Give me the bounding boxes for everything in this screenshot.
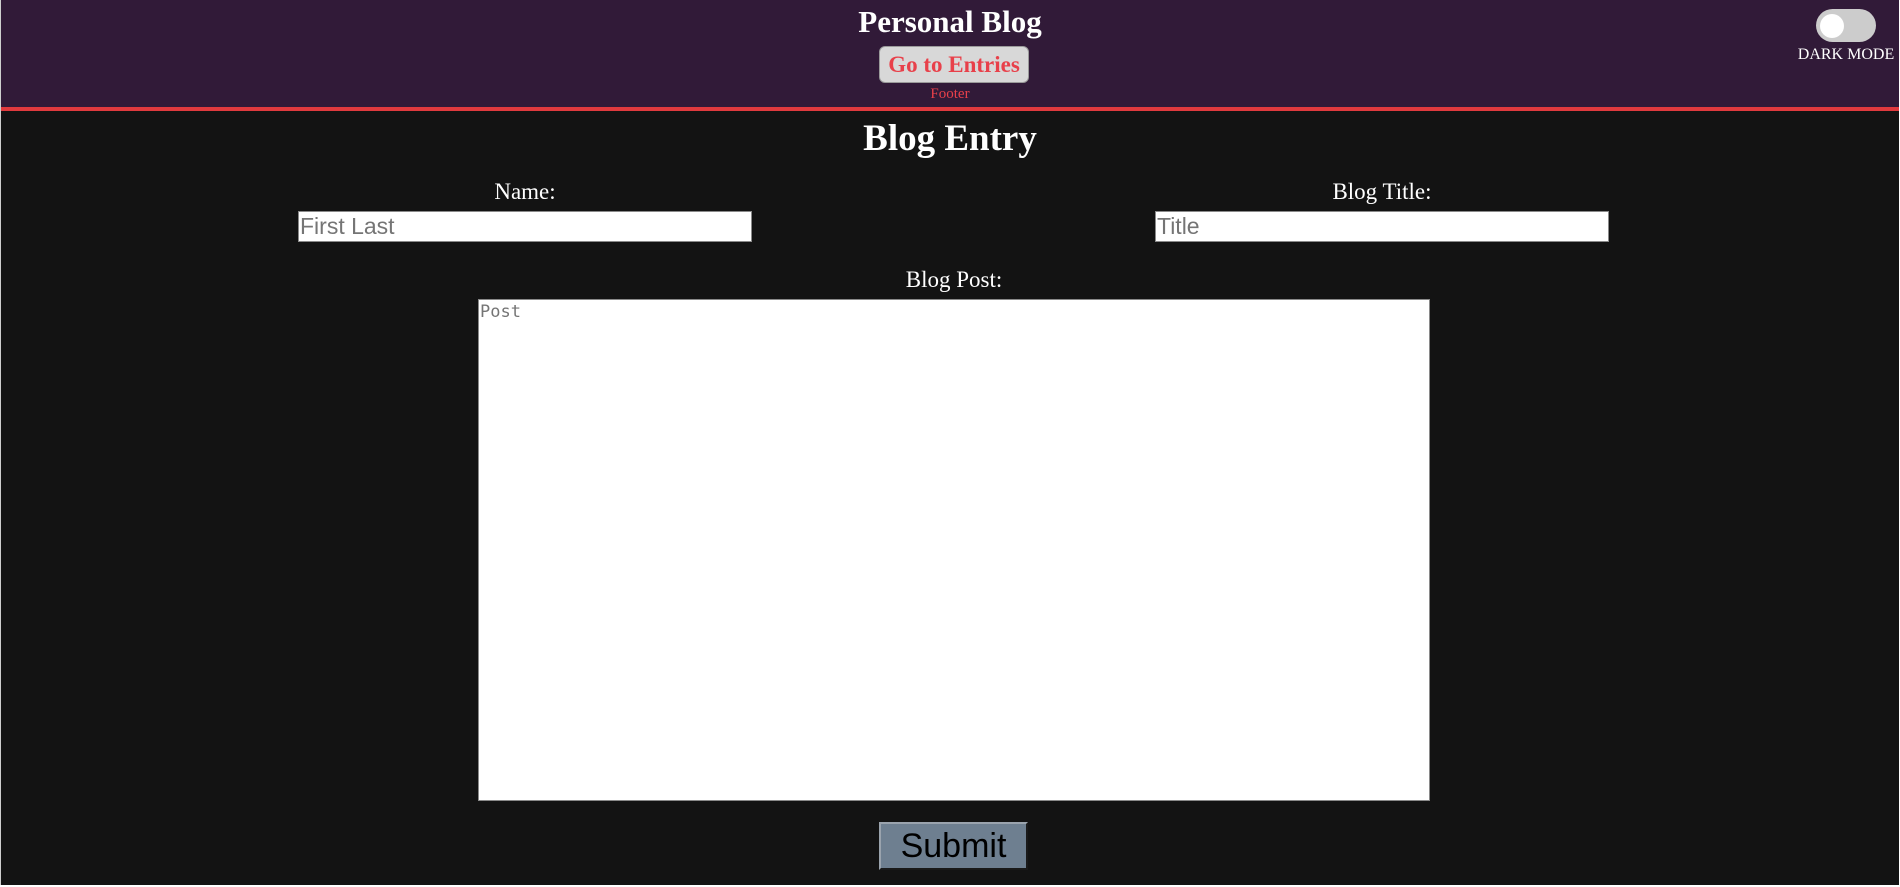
blog-title-label: Blog Title: (1332, 179, 1432, 204)
name-input[interactable] (298, 211, 752, 242)
toggle-knob-icon (1820, 14, 1844, 38)
name-label: Name: (494, 179, 556, 204)
site-title: Personal Blog (858, 4, 1042, 39)
site-header: Personal Blog Go to Entries Footer DARK … (1, 0, 1899, 111)
go-to-entries-button[interactable]: Go to Entries (879, 46, 1029, 83)
blog-post-label: Blog Post: (905, 267, 1003, 292)
form-heading: Blog Entry (863, 118, 1037, 159)
blog-post-textarea[interactable] (478, 299, 1430, 801)
dark-mode-label: DARK MODE (1797, 46, 1895, 63)
submit-button[interactable]: Submit (879, 822, 1028, 870)
footer-link[interactable]: Footer (1, 86, 1899, 102)
page: Personal Blog Go to Entries Footer DARK … (0, 0, 1899, 885)
blog-title-input[interactable] (1155, 211, 1609, 242)
dark-mode-toggle[interactable] (1816, 9, 1876, 42)
